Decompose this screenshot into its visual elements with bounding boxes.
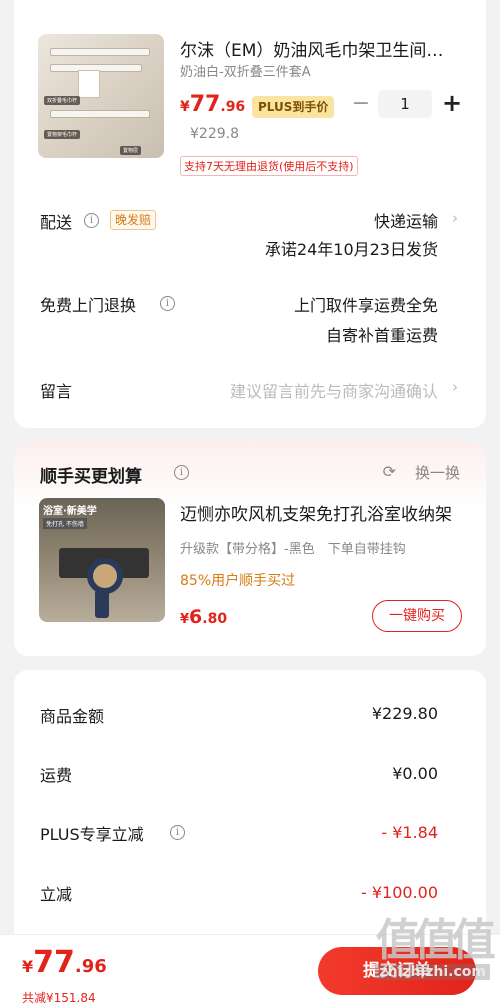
order-item-card: 双折叠毛巾杆 置物架毛巾杆 置物层 尔沫（EM）奶油风毛巾架卫生间置物架 奶油白…	[14, 0, 486, 428]
total-price: ¥77.96	[22, 945, 107, 980]
price-integer: 77	[33, 945, 75, 980]
delivery-promise: 承诺24年10月23日发货	[264, 240, 438, 259]
return-policy-note: 支持7天无理由退货(使用后不支持)	[180, 156, 358, 176]
image-label: 浴室·新美学	[43, 506, 97, 517]
addon-recommend-card: 顺手买更划算 i ⟳ 换一换 浴室·新美学 免打孔 不伤墙 迈恻亦吹风机支架免打…	[14, 442, 486, 656]
price-currency: ¥	[180, 612, 190, 627]
addon-price: ¥6.80	[180, 606, 227, 628]
info-icon[interactable]: i	[160, 296, 175, 311]
watermark-logo: 值值值	[375, 915, 496, 966]
towel-graphic	[78, 70, 100, 98]
product-price: ¥77.96	[180, 92, 245, 117]
info-icon[interactable]: i	[174, 465, 189, 480]
image-tag: 双折叠毛巾杆	[44, 96, 81, 105]
addon-product-spec[interactable]: 升级款【带分格】-黑色 下单自带挂钩	[180, 538, 460, 557]
price-currency: ¥	[180, 99, 190, 115]
quantity-input[interactable]: 1	[378, 90, 432, 118]
price-decimal: .96	[74, 956, 107, 977]
summary-row-label: 立减	[40, 885, 73, 904]
chevron-right-icon[interactable]: ›	[452, 378, 458, 396]
rack-shelf	[50, 48, 150, 56]
image-tag: 置物层	[120, 146, 142, 155]
addon-section-title: 顺手买更划算	[40, 467, 142, 487]
late-compensation-badge: 晚发赔	[110, 210, 157, 230]
addon-product-title[interactable]: 迈恻亦吹风机支架免打孔浴室收纳架	[180, 500, 460, 525]
refresh-button[interactable]: 换一换	[415, 462, 460, 483]
free-return-label: 免费上门退换	[40, 296, 137, 315]
price-decimal: .80	[202, 611, 228, 627]
rack-shelf	[50, 110, 150, 118]
price-currency: ¥	[22, 957, 34, 976]
product-title[interactable]: 尔沫（EM）奶油风毛巾架卫生间置物架	[180, 36, 460, 61]
return-pickup-text: 上门取件享运费全免	[293, 296, 438, 315]
original-price: ¥229.8	[190, 126, 239, 142]
summary-row-label: 运费	[40, 766, 73, 785]
total-saved-text[interactable]: 共减¥151.84	[22, 989, 96, 1006]
summary-row-value: - ¥1.84	[381, 823, 438, 842]
product-spec[interactable]: 奶油白-双折叠三件套A	[180, 61, 311, 80]
summary-row-label: 商品金额	[40, 707, 105, 726]
summary-row-value: ¥0.00	[392, 764, 438, 783]
watermark-site: zhizhizhi.com	[375, 964, 490, 980]
image-tag: 置物架毛巾杆	[44, 130, 81, 139]
quantity-increase-button[interactable]: +	[439, 90, 465, 118]
plus-price-badge: PLUS到手价	[252, 96, 335, 118]
product-image[interactable]: 双折叠毛巾杆 置物架毛巾杆 置物层	[38, 34, 164, 158]
delivery-label: 配送	[40, 213, 73, 232]
addon-product-image[interactable]: 浴室·新美学 免打孔 不伤墙	[39, 498, 165, 622]
summary-row-value: - ¥100.00	[360, 883, 438, 902]
info-icon[interactable]: i	[84, 213, 99, 228]
summary-row-label: PLUS专享立减	[40, 825, 144, 844]
message-label: 留言	[40, 382, 73, 401]
refresh-icon[interactable]: ⟳	[383, 462, 396, 481]
price-decimal: .96	[220, 99, 246, 115]
chevron-right-icon[interactable]: ›	[452, 209, 458, 227]
quantity-decrease-button[interactable]: −	[350, 92, 372, 118]
message-input[interactable]: 建议留言前先与商家沟通确认	[230, 378, 438, 402]
site-watermark: 值值值 zhizhizhi.com	[375, 915, 496, 980]
one-click-buy-button[interactable]: 一键购买	[372, 600, 462, 632]
info-icon[interactable]: i	[170, 825, 185, 840]
price-integer: 6	[189, 606, 203, 628]
addon-buy-percent: 85%用户顺手买过	[180, 573, 296, 589]
return-self-ship-text: 自寄补首重运费	[325, 326, 438, 345]
hair-dryer-graphic	[87, 558, 123, 594]
dryer-handle-graphic	[95, 590, 109, 618]
image-sub-label: 免打孔 不伤墙	[43, 518, 87, 529]
summary-row-value: ¥229.80	[371, 704, 438, 723]
delivery-method[interactable]: 快递运输	[374, 208, 438, 232]
price-integer: 77	[189, 92, 221, 117]
